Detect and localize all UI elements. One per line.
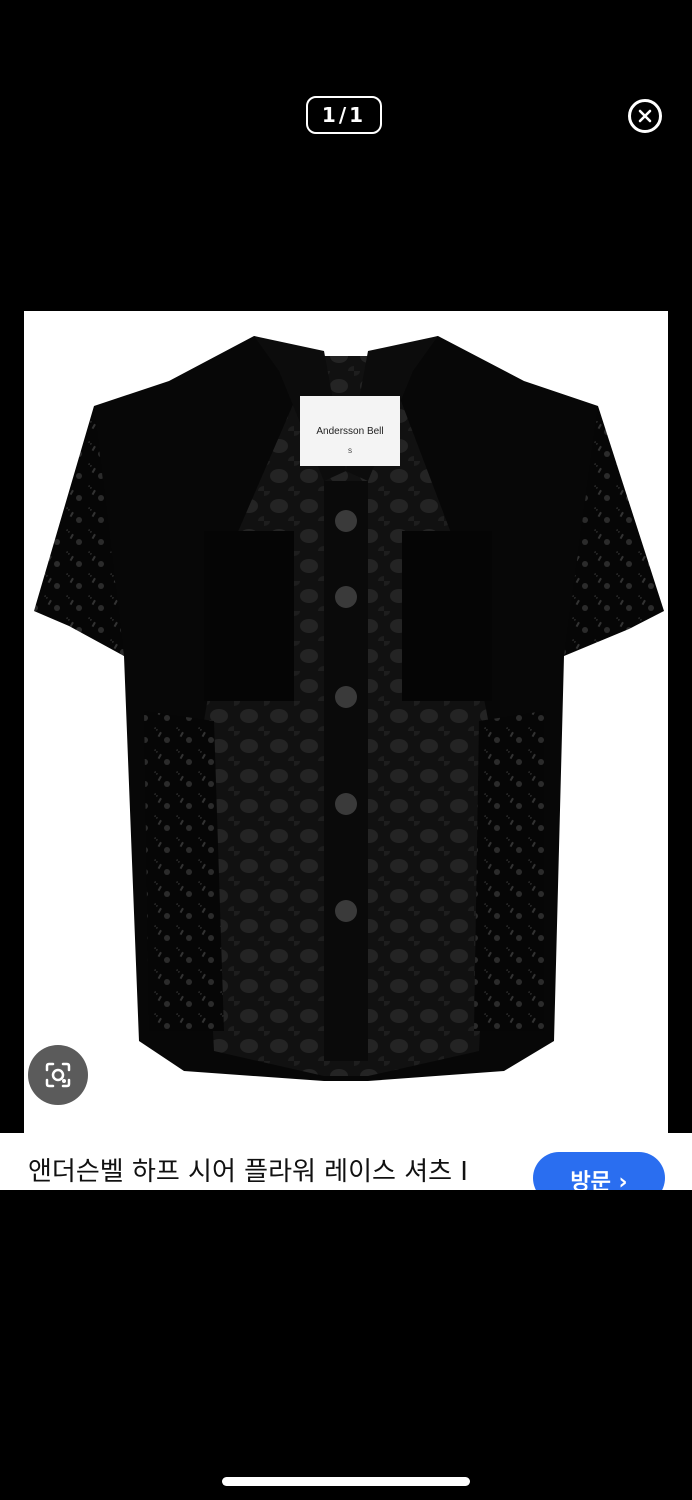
image-counter: 1/1: [306, 96, 382, 134]
product-title[interactable]: 앤더슨벨 하프 시어 플라워 레이스 셔츠 I: [28, 1151, 468, 1188]
visit-button[interactable]: 방문 ›: [533, 1152, 665, 1190]
lens-search-button[interactable]: [28, 1045, 88, 1105]
close-button[interactable]: [628, 99, 662, 133]
home-indicator[interactable]: [222, 1477, 470, 1486]
lens-icon: [45, 1062, 71, 1088]
caption-bar: 앤더슨벨 하프 시어 플라워 레이스 셔츠 I 방문 ›: [0, 1133, 692, 1190]
neck-label-size: S: [348, 449, 352, 455]
neck-label-brand: Andersson Bell: [316, 426, 383, 437]
close-icon: [638, 109, 652, 123]
shirt-illustration: [34, 336, 664, 1081]
product-image[interactable]: Andersson Bell S: [24, 311, 668, 1133]
